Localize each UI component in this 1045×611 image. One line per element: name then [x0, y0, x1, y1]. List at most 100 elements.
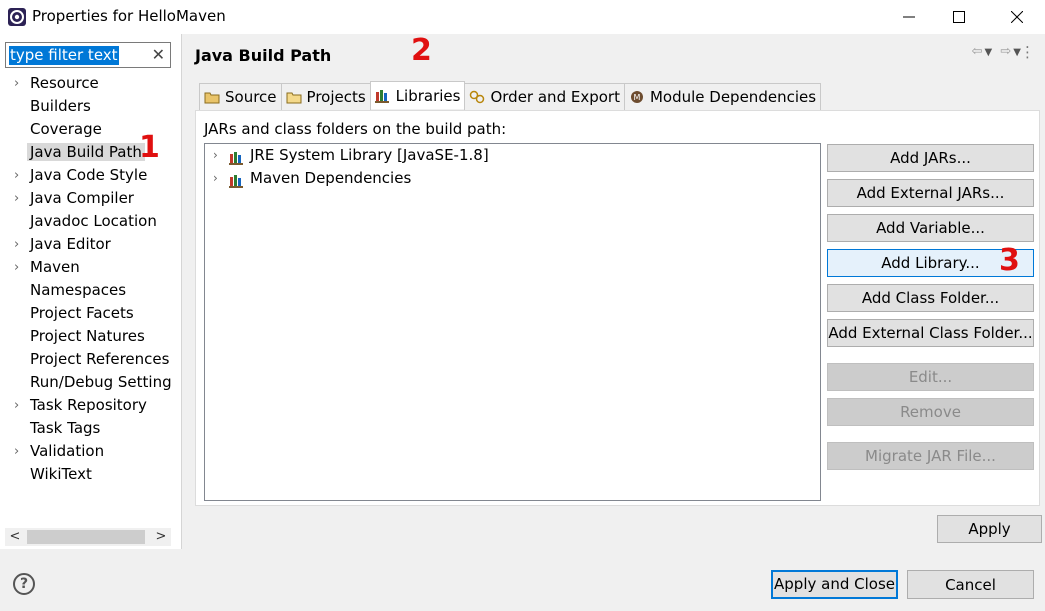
apply-button[interactable]: Apply — [937, 515, 1042, 543]
nav-item-label: Resource — [30, 74, 99, 92]
expand-chevron-icon[interactable]: › — [14, 187, 19, 210]
close-window-button[interactable] — [994, 0, 1040, 34]
tab-source[interactable]: Source — [199, 83, 282, 110]
minimize-icon — [903, 16, 915, 18]
nav-item-label: Java Build Path — [27, 143, 145, 161]
expand-chevron-icon[interactable]: › — [213, 167, 218, 190]
eclipse-app-icon — [8, 8, 26, 26]
library-label: Maven Dependencies — [250, 169, 412, 187]
migrate-jar-button[interactable]: Migrate JAR File... — [827, 442, 1034, 470]
nav-item-label: Project Natures — [30, 327, 145, 345]
nav-item[interactable]: › Java Compiler — [0, 187, 181, 210]
back-dropdown-icon[interactable]: ▼ — [985, 47, 995, 58]
page-title: Java Build Path — [195, 46, 332, 65]
nav-item[interactable]: Project Natures — [0, 325, 181, 348]
nav-item[interactable]: › Maven — [0, 256, 181, 279]
tab-libraries[interactable]: Libraries — [369, 81, 466, 109]
build-path-list-label: JARs and class folders on the build path… — [204, 120, 507, 138]
nav-item-label: Validation — [30, 442, 105, 460]
add-external-jars-button[interactable]: Add External JARs... — [827, 179, 1034, 207]
nav-item[interactable]: › Validation — [0, 440, 181, 463]
nav-item-label: Project Facets — [30, 304, 134, 322]
expand-chevron-icon[interactable]: › — [14, 164, 19, 187]
nav-item-label: Java Code Style — [30, 166, 148, 184]
expand-chevron-icon[interactable]: › — [14, 72, 19, 95]
tab-projects[interactable]: Projects — [280, 83, 371, 110]
libraries-panel: JARs and class folders on the build path… — [195, 110, 1040, 506]
module-icon: M — [629, 89, 645, 105]
nav-item[interactable]: Project References — [0, 348, 181, 371]
expand-chevron-icon[interactable]: › — [213, 144, 218, 167]
tab-label: Order and Export — [490, 88, 620, 106]
nav-item-label: Builders — [30, 97, 91, 115]
tab-module-dependencies[interactable]: M Module Dependencies — [623, 83, 822, 110]
maximize-button[interactable] — [936, 0, 982, 34]
maximize-icon — [953, 11, 965, 23]
nav-item[interactable]: › Resource — [0, 72, 181, 95]
add-variable-button[interactable]: Add Variable... — [827, 214, 1034, 242]
library-row[interactable]: › Maven Dependencies — [205, 167, 805, 190]
add-external-class-folder-button[interactable]: Add External Class Folder... — [827, 319, 1034, 347]
svg-text:M: M — [634, 93, 641, 102]
tab-label: Libraries — [395, 86, 461, 105]
projects-folder-icon — [286, 89, 302, 105]
expand-chevron-icon[interactable]: › — [14, 256, 19, 279]
window-title: Properties for HelloMaven — [32, 7, 226, 25]
build-path-tree[interactable]: › JRE System Library [JavaSE-1.8] › Maven D… — [204, 143, 821, 501]
library-icon — [229, 149, 245, 165]
minimize-button[interactable] — [886, 0, 932, 34]
nav-item-label: Task Repository — [30, 396, 147, 414]
nav-item[interactable]: › Task Repository — [0, 394, 181, 417]
scroll-left-icon[interactable]: < — [5, 528, 25, 546]
expand-chevron-icon[interactable]: › — [14, 440, 19, 463]
remove-button[interactable]: Remove — [827, 398, 1034, 426]
nav-item-label: Javadoc Location — [30, 212, 157, 230]
nav-item[interactable]: Javadoc Location — [0, 210, 181, 233]
tab-label: Module Dependencies — [649, 88, 817, 106]
order-export-icon — [469, 89, 485, 105]
add-jars-button[interactable]: Add JARs... — [827, 144, 1034, 172]
libraries-icon — [374, 88, 391, 104]
forward-arrow-icon[interactable]: ⇨ — [1000, 44, 1013, 59]
nav-item[interactable]: › Java Editor — [0, 233, 181, 256]
expand-chevron-icon[interactable]: › — [14, 394, 19, 417]
nav-item[interactable]: Run/Debug Setting — [0, 371, 181, 394]
filter-input-text[interactable]: type filter text — [9, 46, 119, 65]
page-history-nav[interactable]: ⇦▼ ⇨▼ — [972, 44, 1023, 59]
nav-item-label: Java Editor — [30, 235, 111, 253]
library-row[interactable]: › JRE System Library [JavaSE-1.8] — [205, 144, 805, 167]
nav-item[interactable]: › Java Code Style — [0, 164, 181, 187]
nav-item-label: Coverage — [30, 120, 102, 138]
step-2-annotation: 2 — [411, 33, 432, 68]
apply-and-close-button[interactable]: Apply and Close — [771, 570, 898, 599]
expand-chevron-icon[interactable]: › — [14, 233, 19, 256]
edit-button[interactable]: Edit... — [827, 363, 1034, 391]
nav-item-label: Java Compiler — [30, 189, 134, 207]
cancel-button[interactable]: Cancel — [907, 570, 1034, 599]
tab-label: Projects — [306, 88, 366, 106]
nav-item[interactable]: Task Tags — [0, 417, 181, 440]
nav-item-label: Namespaces — [30, 281, 127, 299]
add-class-folder-button[interactable]: Add Class Folder... — [827, 284, 1034, 312]
tab-order-and-export[interactable]: Order and Export — [464, 83, 625, 110]
back-arrow-icon[interactable]: ⇦ — [972, 44, 985, 59]
tab-label: Source — [225, 88, 277, 106]
filter-input[interactable]: type filter text ✕ — [5, 42, 171, 68]
build-path-tabs: Source Projects Libraries Order and Export M… — [199, 81, 822, 110]
nav-item[interactable]: Namespaces — [0, 279, 181, 302]
nav-item-label: Project References — [30, 350, 170, 368]
nav-item-label: Maven — [30, 258, 80, 276]
nav-item[interactable]: Builders — [0, 95, 181, 118]
nav-item[interactable]: WikiText — [0, 463, 181, 486]
clear-filter-icon[interactable]: ✕ — [152, 45, 165, 64]
scroll-right-icon[interactable]: > — [151, 528, 171, 546]
scrollbar-thumb[interactable] — [27, 530, 145, 544]
help-icon[interactable]: ? — [13, 573, 35, 595]
nav-item[interactable]: Project Facets — [0, 302, 181, 325]
library-icon — [229, 172, 245, 188]
library-label: JRE System Library [JavaSE-1.8] — [250, 146, 489, 164]
nav-item-label: Run/Debug Setting — [30, 373, 172, 391]
step-1-annotation: 1 — [139, 130, 160, 165]
nav-horizontal-scrollbar[interactable]: < > — [5, 528, 171, 546]
view-menu-icon[interactable]: ⋮ — [1020, 43, 1035, 61]
